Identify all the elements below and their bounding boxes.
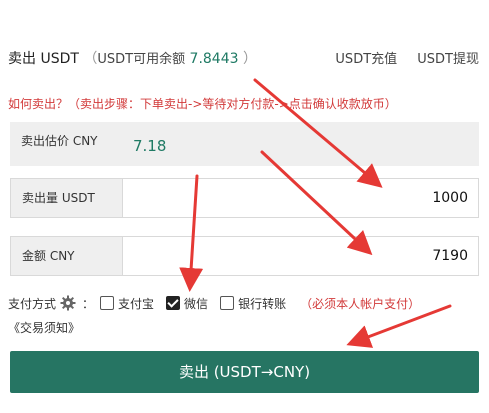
alipay-label[interactable]: 支付宝 (118, 295, 154, 312)
top-links: USDT充值 USDT提现 (319, 48, 479, 67)
sell-amount-label: 卖出量 USDT (11, 179, 123, 217)
total-cny-input[interactable]: 7190 (432, 237, 468, 275)
balance-close-paren: ） (243, 51, 257, 67)
total-cny-label: 金额 CNY (11, 237, 123, 275)
deposit-link[interactable]: USDT充值 (335, 52, 397, 67)
sell-title: 卖出 USDT (8, 51, 79, 67)
estimate-price-label: 卖出估价 CNY (21, 134, 98, 148)
balance-label: USDT可用余额 (97, 52, 186, 67)
own-account-note: （必须本人帐户支付） (300, 296, 421, 311)
balance-value: 7.8443 (189, 51, 239, 67)
estimate-price-value: 7.18 (133, 137, 167, 155)
payment-methods: 支付方式 ： 支付宝 微信 银行转账 （必须本人帐户支付） (8, 293, 420, 313)
estimate-price-row: 卖出估价 CNY 7.18 (10, 122, 479, 166)
how-to-sell-hint[interactable]: 如何卖出？（卖出步骤：下单卖出->等待对方付款->点击确认收款放币） (8, 95, 397, 112)
trade-notice-link[interactable]: 《交易须知》 (8, 319, 80, 336)
alipay-checkbox[interactable] (100, 296, 115, 310)
bank-transfer-label[interactable]: 银行转账 (238, 295, 286, 312)
sell-amount-row: 卖出量 USDT 1000 (10, 178, 479, 218)
withdraw-link[interactable]: USDT提现 (417, 52, 479, 67)
sell-amount-input[interactable]: 1000 (432, 179, 468, 217)
payment-label: 支付方式 (8, 296, 57, 311)
page-title: 卖出 USDT （USDT可用余额 7.8443 ） (8, 48, 257, 68)
balance-open-paren: （ (83, 51, 98, 67)
gear-icon[interactable] (60, 295, 76, 311)
total-cny-row: 金额 CNY 7190 (10, 236, 479, 276)
sell-submit-button[interactable]: 卖出 (USDT→CNY) (10, 351, 479, 393)
wechat-checkbox[interactable] (166, 296, 181, 310)
bank-transfer-checkbox[interactable] (220, 296, 235, 310)
wechat-label[interactable]: 微信 (184, 295, 208, 312)
payment-colon: ： (82, 296, 95, 311)
